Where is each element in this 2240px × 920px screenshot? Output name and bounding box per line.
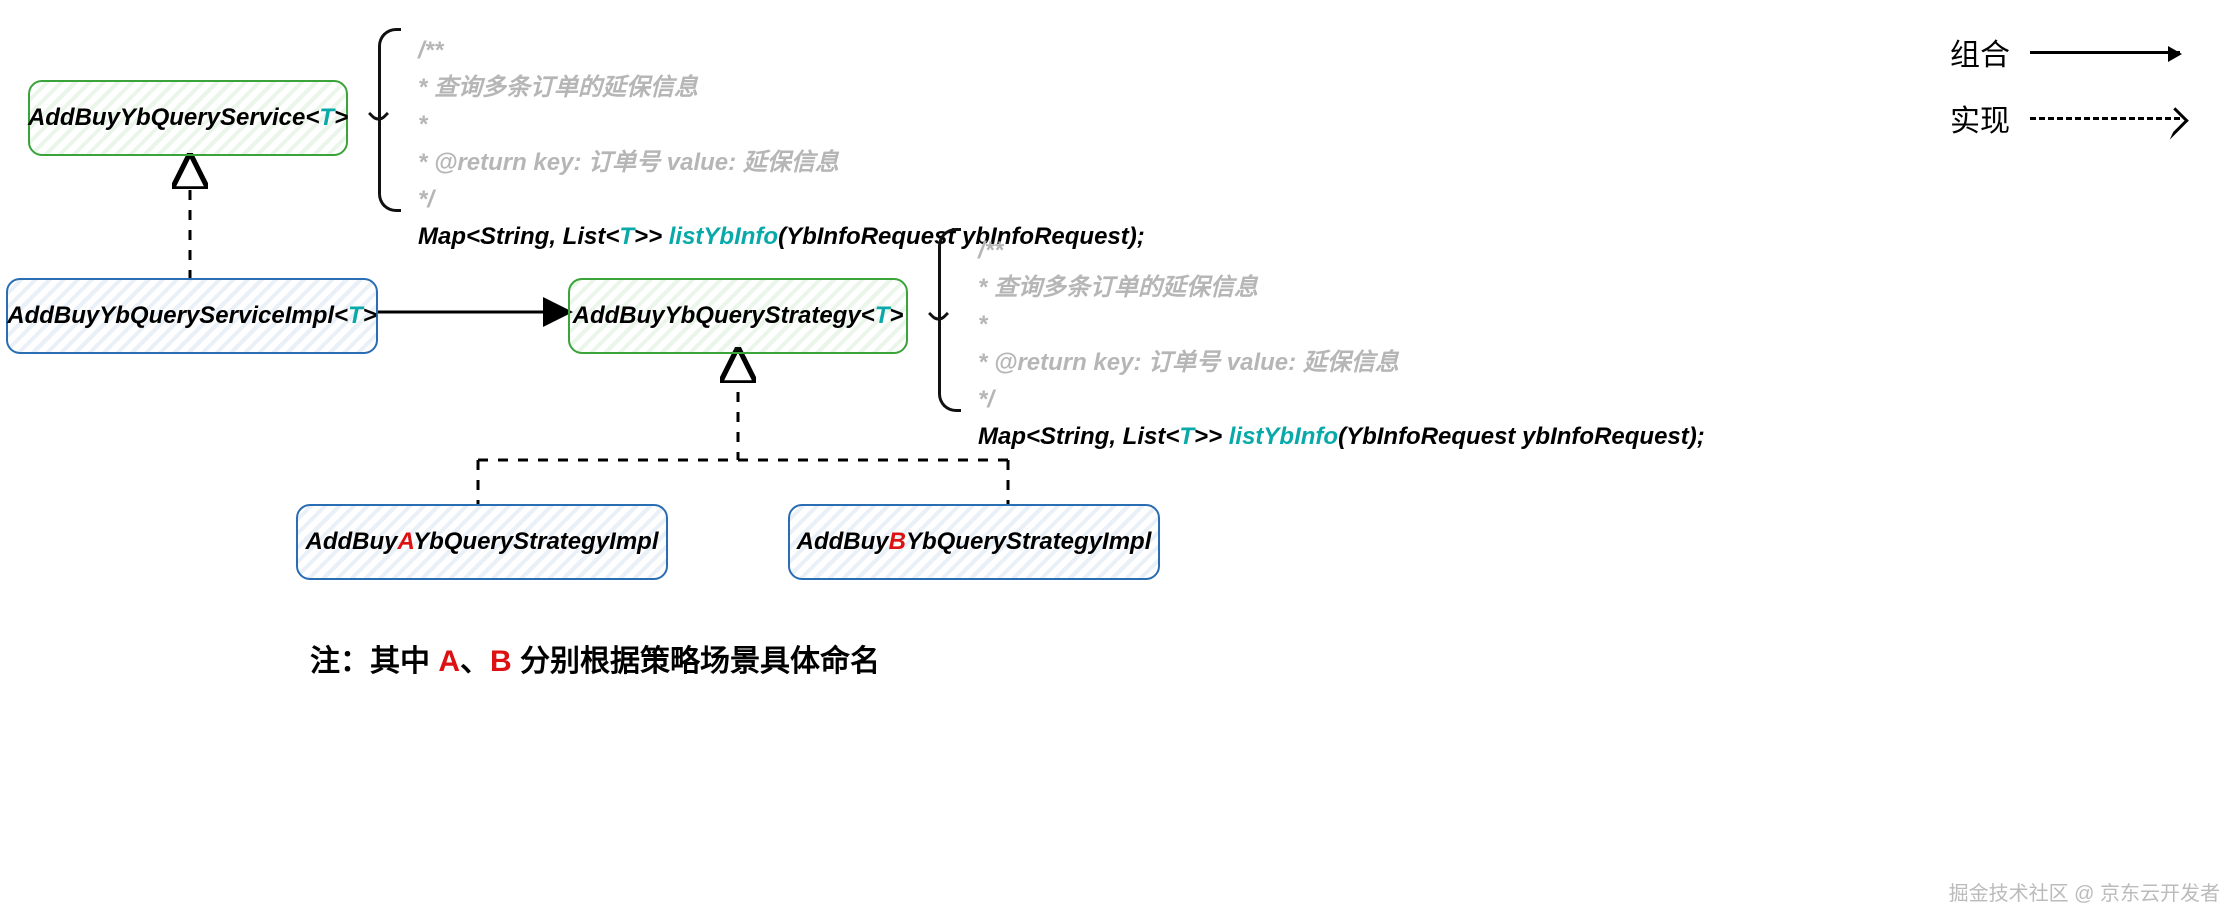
label: AddBuyAYbQueryStrategyImpl — [306, 528, 659, 556]
legend-label: 组合 — [1950, 30, 2010, 74]
box-strategy-interface: AddBuyYbQueryStrategy<T> — [568, 278, 908, 354]
legend-row-compose: 组合 — [1950, 30, 2180, 74]
arrow-open-icon — [2156, 107, 2189, 140]
footnote: 注：其中 A、B 分别根据策略场景具体命名 — [310, 636, 880, 680]
legend-line-dashed — [2030, 117, 2180, 120]
box-service-impl: AddBuyYbQueryServiceImpl<T> — [6, 278, 378, 354]
legend: 组合 实现 — [1950, 30, 2180, 162]
arrow-icon — [2168, 46, 2182, 62]
label: AddBuyYbQueryService<T> — [28, 104, 348, 132]
code-block-strategy: /** * 查询多条订单的延保信息 * * @return key: 订单号 v… — [978, 232, 1705, 455]
label: AddBuyYbQueryServiceImpl<T> — [7, 302, 376, 330]
legend-label: 实现 — [1950, 96, 2010, 140]
brace-icon — [378, 28, 401, 212]
label: AddBuyBYbQueryStrategyImpl — [797, 528, 1152, 556]
box-strategy-impl-b: AddBuyBYbQueryStrategyImpl — [788, 504, 1160, 580]
box-strategy-impl-a: AddBuyAYbQueryStrategyImpl — [296, 504, 668, 580]
method-signature: Map<String, List<T>> listYbInfo(YbInfoRe… — [978, 418, 1705, 455]
brace-icon — [938, 228, 961, 412]
watermark: 掘金技术社区 @ 京东云开发者 — [1949, 877, 2220, 906]
diagram-canvas: AddBuyYbQueryService<T> AddBuyYbQuerySer… — [0, 0, 2240, 920]
box-service-interface: AddBuyYbQueryService<T> — [28, 80, 348, 156]
code-block-service: /** * 查询多条订单的延保信息 * * @return key: 订单号 v… — [418, 32, 1145, 255]
legend-row-implement: 实现 — [1950, 96, 2180, 140]
label: AddBuyYbQueryStrategy<T> — [573, 302, 904, 330]
legend-line-solid — [2030, 51, 2180, 54]
